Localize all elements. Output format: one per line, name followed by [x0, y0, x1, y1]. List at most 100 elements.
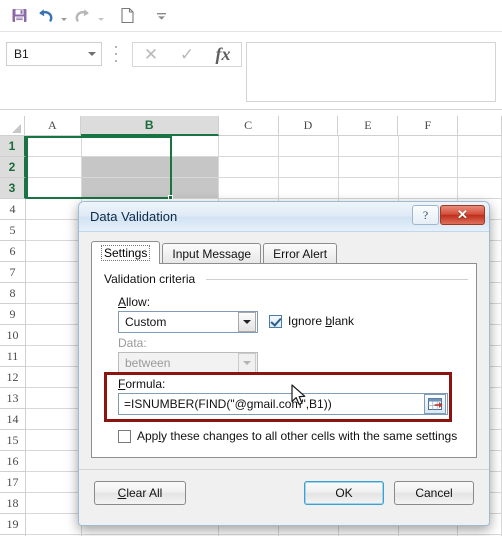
name-box-dropdown-button[interactable] [83, 43, 101, 65]
grid-row [26, 178, 502, 199]
cell-A18[interactable] [26, 493, 82, 514]
column-header-a[interactable]: A [24, 116, 81, 136]
new-document-button[interactable] [114, 3, 140, 29]
close-icon: ✕ [143, 45, 159, 64]
cell-G3[interactable] [458, 178, 502, 199]
apply-to-all-cells-checkbox[interactable]: Apply these changes to all other cells w… [118, 429, 457, 443]
cell-C1[interactable] [219, 136, 280, 157]
cell-C3[interactable] [219, 178, 280, 199]
save-button[interactable] [6, 3, 32, 29]
row-header-10[interactable]: 10 [0, 325, 26, 346]
cell-A12[interactable] [26, 367, 82, 388]
row-header-7[interactable]: 7 [0, 262, 26, 283]
cell-F1[interactable] [398, 136, 459, 157]
column-header-b[interactable]: B [80, 116, 219, 136]
row-header-1[interactable]: 1 [0, 136, 26, 157]
row-header-2[interactable]: 2 [0, 157, 26, 178]
undo-dropdown-button[interactable] [58, 4, 69, 28]
cell-A19[interactable] [26, 514, 82, 535]
row-header-18[interactable]: 18 [0, 493, 26, 514]
row-header-9[interactable]: 9 [0, 304, 26, 325]
row-header-15[interactable]: 15 [0, 430, 26, 451]
tab-input-message[interactable]: Input Message [162, 243, 262, 264]
dialog-title-bar[interactable]: Data Validation ? ✕ [79, 202, 489, 232]
cell-G1[interactable] [458, 136, 502, 157]
close-button[interactable]: ✕ [440, 205, 485, 225]
cell-A6[interactable] [26, 241, 82, 262]
cell-E3[interactable] [338, 178, 399, 199]
row-header-19[interactable]: 19 [0, 514, 26, 535]
select-all-button[interactable] [0, 116, 25, 136]
name-box[interactable]: B1 [6, 42, 102, 66]
row-header-4[interactable]: 4 [0, 199, 26, 220]
cancel-entry-button[interactable]: ✕ [133, 43, 169, 66]
cell-A11[interactable] [26, 346, 82, 367]
column-header-c[interactable]: C [218, 116, 279, 136]
chevron-down-icon [243, 361, 251, 365]
row-header-3[interactable]: 3 [0, 178, 26, 199]
help-button[interactable]: ? [412, 205, 439, 225]
cell-A14[interactable] [26, 409, 82, 430]
insert-function-button[interactable]: fx [205, 43, 241, 66]
cell-G2[interactable] [458, 157, 502, 178]
tab-input-message-label: Input Message [172, 247, 252, 261]
cell-E1[interactable] [338, 136, 399, 157]
cell-A16[interactable] [26, 451, 82, 472]
cell-A13[interactable] [26, 388, 82, 409]
cell-A8[interactable] [26, 283, 82, 304]
range-selector-button[interactable] [424, 394, 446, 414]
cell-D1[interactable] [279, 136, 339, 157]
formula-label: Formula: [118, 377, 166, 391]
tab-settings[interactable]: Settings [91, 241, 161, 264]
column-header-g[interactable] [458, 116, 502, 136]
cell-A15[interactable] [26, 430, 82, 451]
row-header-13[interactable]: 13 [0, 388, 26, 409]
formula-bar-input[interactable] [246, 42, 496, 102]
row-header-12[interactable]: 12 [0, 367, 26, 388]
cell-A4[interactable] [26, 199, 82, 220]
column-header-d[interactable]: D [278, 116, 339, 136]
tab-error-alert[interactable]: Error Alert [263, 243, 338, 264]
cell-A3[interactable] [26, 178, 82, 199]
row-header-11[interactable]: 11 [0, 346, 26, 367]
cell-E2[interactable] [338, 157, 399, 178]
cell-B2[interactable] [81, 157, 220, 178]
row-header-5[interactable]: 5 [0, 220, 26, 241]
question-mark-icon: ? [422, 207, 429, 222]
column-header-e[interactable]: E [338, 116, 399, 136]
clear-all-button[interactable]: Clear All [94, 481, 186, 505]
cell-D3[interactable] [279, 178, 339, 199]
row-header-17[interactable]: 17 [0, 472, 26, 493]
cancel-button[interactable]: Cancel [394, 481, 474, 505]
formula-bar-grip[interactable] [114, 46, 118, 62]
formula-input[interactable]: =ISNUMBER(FIND("@gmail.com",B1)) [118, 393, 448, 415]
column-header-f[interactable]: F [398, 116, 459, 136]
undo-button[interactable] [32, 3, 58, 29]
ignore-blank-checkbox[interactable]: Ignore blank [269, 314, 354, 328]
data-validation-dialog: Data Validation ? ✕ Settings Input Messa… [78, 201, 490, 526]
ok-button[interactable]: OK [304, 481, 384, 505]
cell-B3[interactable] [81, 178, 220, 199]
customize-quick-access-toolbar-button[interactable] [148, 3, 174, 29]
allow-dropdown[interactable]: Custom [118, 311, 258, 333]
row-header-6[interactable]: 6 [0, 241, 26, 262]
cell-F2[interactable] [398, 157, 459, 178]
cell-A9[interactable] [26, 304, 82, 325]
cell-A1[interactable] [26, 136, 82, 157]
cell-D2[interactable] [279, 157, 339, 178]
allow-dropdown-button[interactable] [238, 312, 256, 332]
cell-A17[interactable] [26, 472, 82, 493]
confirm-entry-button[interactable]: ✓ [169, 43, 205, 66]
cell-A2[interactable] [26, 157, 82, 178]
cell-F3[interactable] [398, 178, 459, 199]
cell-A5[interactable] [26, 220, 82, 241]
cell-A7[interactable] [26, 262, 82, 283]
cell-C2[interactable] [219, 157, 280, 178]
row-header-16[interactable]: 16 [0, 451, 26, 472]
row-header-14[interactable]: 14 [0, 409, 26, 430]
row-header-8[interactable]: 8 [0, 283, 26, 304]
save-icon [12, 9, 26, 22]
cell-A10[interactable] [26, 325, 82, 346]
name-box-value: B1 [14, 47, 29, 61]
cell-B1[interactable] [81, 136, 220, 157]
